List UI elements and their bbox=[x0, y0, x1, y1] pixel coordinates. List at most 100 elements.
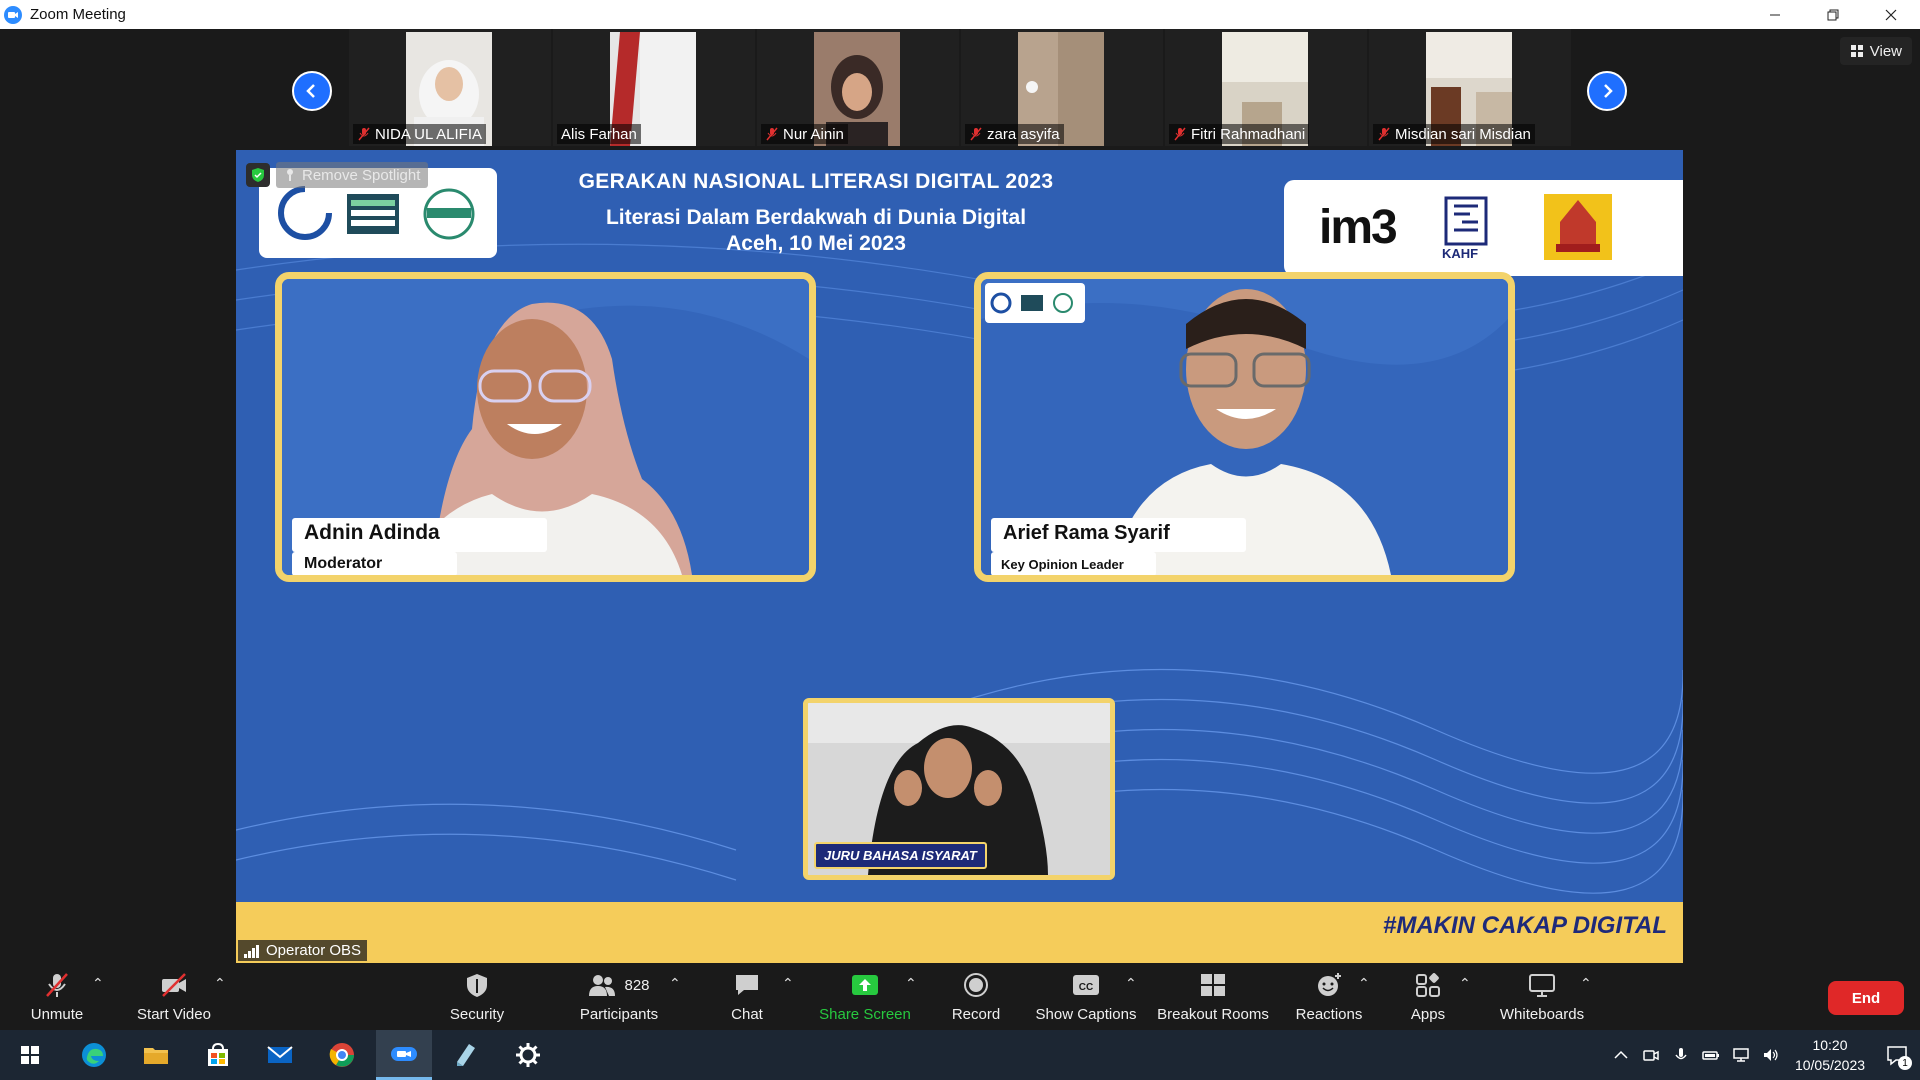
view-button[interactable]: View bbox=[1839, 37, 1912, 65]
taskbar-settings[interactable] bbox=[500, 1030, 556, 1080]
captions-options-caret[interactable]: ⌃ bbox=[1125, 975, 1137, 992]
participant-thumbnail[interactable]: Nur Ainin bbox=[757, 29, 959, 146]
notification-center-button[interactable]: 1 bbox=[1874, 1030, 1920, 1080]
meeting-area: NIDA UL ALIFIA Alis Farhan Nur Ainin zar… bbox=[0, 29, 1920, 963]
participant-count: 828 bbox=[624, 976, 650, 994]
taskbar-clock[interactable]: 10:20 10/05/2023 bbox=[1786, 1035, 1874, 1075]
remove-spotlight-button[interactable]: Remove Spotlight bbox=[276, 162, 429, 188]
chat-label: Chat bbox=[731, 1006, 763, 1023]
reactions-button[interactable]: Reactions bbox=[1294, 963, 1364, 1030]
im3-logo: im3 bbox=[1319, 201, 1398, 254]
apps-icon bbox=[1416, 973, 1440, 997]
participants-button[interactable]: 828 Participants bbox=[566, 963, 672, 1030]
window-title: Zoom Meeting bbox=[30, 6, 126, 23]
end-meeting-button[interactable]: End bbox=[1828, 981, 1904, 1015]
restore-button[interactable] bbox=[1804, 0, 1862, 29]
previous-page-arrow[interactable] bbox=[292, 71, 332, 111]
folder-icon bbox=[144, 1048, 168, 1064]
share-screen-icon bbox=[852, 975, 878, 995]
show-captions-button[interactable]: CC Show Captions bbox=[1036, 963, 1136, 1030]
speaker-name: Arief Rama Syarif bbox=[991, 518, 1246, 552]
mic-muted-icon bbox=[969, 127, 983, 141]
meet-now-icon[interactable] bbox=[1636, 1030, 1666, 1080]
clock-date: 10/05/2023 bbox=[1794, 1057, 1866, 1073]
record-button[interactable]: Record bbox=[946, 963, 1006, 1030]
audio-options-caret[interactable]: ⌃ bbox=[92, 975, 104, 992]
taskbar-chrome[interactable] bbox=[314, 1030, 370, 1080]
participant-name: Fitri Rahmadhani bbox=[1191, 125, 1306, 143]
taskbar-store[interactable] bbox=[190, 1030, 246, 1080]
participant-name: NIDA UL ALIFIA bbox=[375, 125, 482, 143]
spotlight-video[interactable]: Remove Spotlight GERAKAN NASIONAL LITERA… bbox=[236, 150, 1683, 963]
participant-thumbnail[interactable]: NIDA UL ALIFIA bbox=[349, 29, 551, 146]
start-video-button[interactable]: Start Video bbox=[132, 963, 216, 1030]
taskbar-file-explorer[interactable] bbox=[128, 1030, 184, 1080]
spotlight-participant-name: Operator OBS bbox=[266, 942, 362, 959]
unmute-label: Unmute bbox=[30, 1006, 84, 1023]
participants-label: Participants bbox=[579, 1006, 659, 1023]
spotlight-name-tag: Operator OBS bbox=[238, 940, 368, 961]
taskbar-edge[interactable] bbox=[66, 1030, 122, 1080]
whiteboards-options-caret[interactable]: ⌃ bbox=[1580, 975, 1592, 992]
speaker-video: Arief Rama Syarif Key Opinion Leader bbox=[974, 272, 1515, 582]
microphone-icon[interactable] bbox=[1666, 1030, 1696, 1080]
minimize-button[interactable] bbox=[1746, 0, 1804, 29]
speaker-role: Key Opinion Leader bbox=[991, 552, 1156, 575]
reactions-options-caret[interactable]: ⌃ bbox=[1358, 975, 1370, 992]
apps-options-caret[interactable]: ⌃ bbox=[1459, 975, 1471, 992]
spotlight-controls: Remove Spotlight bbox=[246, 162, 429, 188]
security-button[interactable]: Security bbox=[440, 963, 514, 1030]
organizer-mini-logos bbox=[985, 283, 1085, 323]
chat-button[interactable]: Chat bbox=[722, 963, 772, 1030]
share-options-caret[interactable]: ⌃ bbox=[905, 975, 917, 992]
participant-thumbnail[interactable]: Fitri Rahmadhani bbox=[1165, 29, 1367, 146]
breakout-rooms-button[interactable]: Breakout Rooms bbox=[1156, 963, 1270, 1030]
moderator-role: Moderator bbox=[292, 552, 457, 575]
breakout-rooms-icon bbox=[1201, 974, 1225, 996]
volume-icon[interactable] bbox=[1756, 1030, 1786, 1080]
participant-name: Misdian sari Misdian bbox=[1395, 125, 1531, 143]
taskbar-zoom[interactable] bbox=[376, 1030, 432, 1080]
participant-name-tag: zara asyifa bbox=[965, 124, 1064, 144]
whiteboards-button[interactable]: Whiteboards bbox=[1494, 963, 1590, 1030]
apps-label: Apps bbox=[1410, 1006, 1446, 1023]
battery-icon[interactable] bbox=[1696, 1030, 1726, 1080]
kahf-logo-mark bbox=[1444, 196, 1488, 246]
apps-button[interactable]: Apps bbox=[1398, 963, 1458, 1030]
chat-options-caret[interactable]: ⌃ bbox=[782, 975, 794, 992]
mic-muted-icon bbox=[1173, 127, 1187, 141]
next-page-arrow[interactable] bbox=[1587, 71, 1627, 111]
participants-options-caret[interactable]: ⌃ bbox=[669, 975, 681, 992]
windows-taskbar: 10:20 10/05/2023 1 bbox=[0, 1030, 1920, 1080]
network-icon[interactable] bbox=[1726, 1030, 1756, 1080]
windows-start-button[interactable] bbox=[2, 1030, 58, 1080]
chrome-icon bbox=[329, 1043, 354, 1067]
participant-thumbnail[interactable]: zara asyifa bbox=[961, 29, 1163, 146]
participant-thumbnail[interactable]: Alis Farhan bbox=[553, 29, 755, 146]
campaign-hashtag: #MAKIN CAKAP DIGITAL bbox=[1383, 912, 1667, 939]
moderator-video: Adnin Adinda Moderator bbox=[275, 272, 816, 582]
show-hidden-icons-chevron-icon[interactable] bbox=[1606, 1030, 1636, 1080]
system-tray: 10:20 10/05/2023 1 bbox=[1606, 1030, 1920, 1080]
record-icon bbox=[964, 973, 988, 997]
record-label: Record bbox=[951, 1006, 1001, 1023]
breakout-rooms-label: Breakout Rooms bbox=[1157, 1006, 1269, 1023]
share-screen-button[interactable]: Share Screen bbox=[818, 963, 912, 1030]
participant-name-tag: Misdian sari Misdian bbox=[1373, 124, 1535, 144]
shield-icon bbox=[467, 974, 487, 997]
sign-interpreter-video: JURU BAHASA ISYARAT bbox=[803, 698, 1115, 880]
close-button[interactable] bbox=[1862, 0, 1920, 29]
event-date-location: Aceh, 10 Mei 2023 bbox=[726, 232, 906, 255]
whiteboards-label: Whiteboards bbox=[1499, 1006, 1585, 1023]
mic-muted-icon bbox=[357, 127, 371, 141]
taskbar-mail[interactable] bbox=[252, 1030, 308, 1080]
participants-icon bbox=[589, 975, 616, 996]
video-options-caret[interactable]: ⌃ bbox=[214, 975, 226, 992]
bottom-banner: #MAKIN CAKAP DIGITAL bbox=[236, 902, 1683, 963]
unmute-button[interactable]: Unmute bbox=[22, 963, 92, 1030]
svg-text:CC: CC bbox=[1079, 982, 1093, 993]
taskbar-notes-app[interactable] bbox=[438, 1030, 494, 1080]
participant-thumbnail[interactable]: Misdian sari Misdian bbox=[1369, 29, 1571, 146]
participant-name: zara asyifa bbox=[987, 125, 1060, 143]
windows-logo-icon bbox=[21, 1046, 39, 1064]
